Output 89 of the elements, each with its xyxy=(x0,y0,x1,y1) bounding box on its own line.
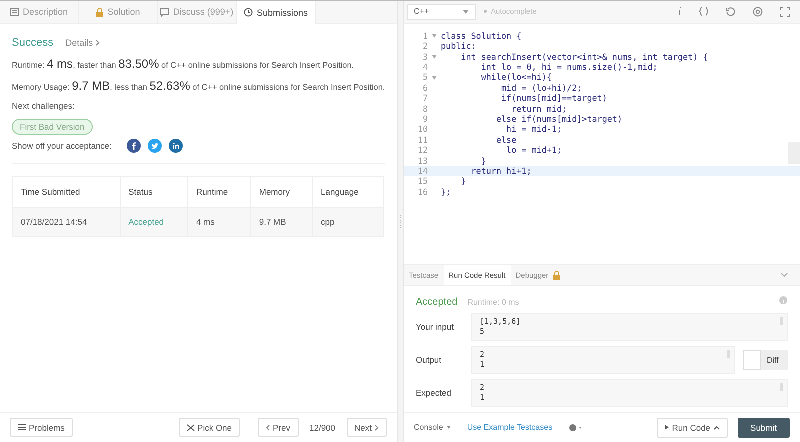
code-line: while(lo<=hi){ xyxy=(480,72,552,83)
code-line: hi = mid-1; xyxy=(506,124,562,135)
play-icon xyxy=(665,425,670,430)
code-line: lo = mid+1; xyxy=(506,145,562,156)
result-label: Your input xyxy=(416,322,455,332)
code-line: public: xyxy=(441,41,476,52)
stat-sentence: Runtime: 4 ms, faster than 83.50% of C++ online submissions for Search Insert Position. xyxy=(12,57,356,71)
pick-one-button[interactable]: Pick One xyxy=(178,418,240,437)
lock-icon xyxy=(552,270,561,280)
line-number: 12 xyxy=(416,145,428,156)
drag-handle-icon[interactable] xyxy=(400,214,402,228)
help-icon[interactable] xyxy=(568,424,583,432)
chevron-up-icon xyxy=(714,426,720,430)
code-line: if(nums[mid]==target) xyxy=(500,93,608,104)
language-select[interactable]: C++ xyxy=(407,4,476,20)
next-button[interactable]: Next xyxy=(346,418,387,437)
line-number: 5 xyxy=(422,72,428,83)
example-testcases-link[interactable]: Use Example Testcases xyxy=(467,423,553,432)
table-cell: cpp xyxy=(312,208,384,236)
code-line: else xyxy=(495,134,517,146)
chevron-left-icon xyxy=(266,424,270,430)
settings-icon[interactable] xyxy=(753,6,763,17)
line-number: 2 xyxy=(422,41,428,52)
code-line: class Solution { xyxy=(441,30,522,42)
line-number: 6 xyxy=(422,82,428,94)
stat-sentence: Memory Usage: 9.7 MB, less than 52.63% of C++ online submissions for Search Insert Position. xyxy=(12,79,385,93)
share-label: Show off your acceptance: xyxy=(12,141,112,151)
panel-tab[interactable]: Submissions xyxy=(237,1,316,24)
fold-arrow-icon[interactable] xyxy=(432,54,437,59)
code-line: }; xyxy=(441,186,452,198)
line-number: 11 xyxy=(416,134,428,146)
code-line: int lo = 0, hi = nums.size()-1,mid; xyxy=(480,62,658,72)
line-number: 9 xyxy=(422,114,428,124)
line-number: 3 xyxy=(422,52,428,62)
line-number: 4 xyxy=(422,62,428,72)
clock-icon xyxy=(244,8,253,17)
twitter-icon[interactable] xyxy=(148,139,162,153)
table-cell[interactable]: Accepted xyxy=(120,208,188,236)
run-code-button[interactable]: Run Code xyxy=(657,418,728,438)
chevron-right-icon xyxy=(375,424,379,430)
table-cell: 9.7 MB xyxy=(250,208,313,236)
line-number: 10 xyxy=(416,124,428,135)
line-number: 7 xyxy=(422,93,428,104)
caret-icon xyxy=(447,426,452,430)
facebook-icon[interactable] xyxy=(127,139,142,153)
code-line: } xyxy=(460,176,466,187)
problems-button[interactable]: Problems xyxy=(10,418,73,437)
caret-icon xyxy=(463,10,469,14)
code-line: return mid; xyxy=(510,104,568,114)
result-label: Expected xyxy=(416,388,452,398)
code-line: return hi+1; xyxy=(470,166,532,176)
table-cell: 4 ms xyxy=(188,208,251,236)
info-icon[interactable] xyxy=(779,296,788,306)
fold-arrow-icon[interactable] xyxy=(432,76,437,80)
chevron-down-icon[interactable] xyxy=(781,273,788,278)
chat-icon xyxy=(160,8,170,16)
shuffle-icon xyxy=(186,424,195,432)
document-icon xyxy=(10,8,19,16)
info-icon[interactable] xyxy=(678,7,682,16)
page-counter: 12/900 xyxy=(310,422,336,432)
fold-arrow-icon[interactable] xyxy=(432,34,437,38)
line-number: 16 xyxy=(416,186,428,198)
linkedin-icon[interactable] xyxy=(169,139,184,153)
fullscreen-icon[interactable] xyxy=(780,6,790,17)
status-text: Success xyxy=(12,37,54,49)
diff-toggle[interactable]: Diff xyxy=(743,350,788,370)
line-number: 13 xyxy=(416,156,428,166)
line-number: 14 xyxy=(416,166,428,176)
details-link[interactable]: Details xyxy=(66,38,94,48)
lock-icon xyxy=(96,8,104,16)
result-label: Output xyxy=(416,355,443,366)
code-line: } xyxy=(480,156,486,166)
submit-button[interactable]: Submit xyxy=(738,418,790,438)
code-line: int searchInsert(vector<int>& nums, int target) { xyxy=(460,52,708,62)
prev-button[interactable]: Prev xyxy=(258,418,299,437)
menu-icon xyxy=(18,424,26,431)
line-number: 1 xyxy=(422,30,428,42)
line-number: 8 xyxy=(422,104,428,114)
code-line: mid = (lo+hi)/2; xyxy=(500,82,582,94)
runtime-text: Runtime: 0 ms xyxy=(468,298,520,308)
table-cell: 07/18/2021 14:54 xyxy=(12,208,120,236)
code-line: else if(nums[mid]>target) xyxy=(495,114,623,124)
braces-icon[interactable] xyxy=(699,7,709,16)
reset-icon[interactable] xyxy=(726,6,736,17)
next-challenges-label: Next challenges: xyxy=(12,101,76,111)
chevron-right-icon xyxy=(96,40,100,46)
result-status: Accepted xyxy=(416,297,458,308)
console-button[interactable]: Console xyxy=(414,423,452,432)
line-number: 15 xyxy=(416,176,428,187)
